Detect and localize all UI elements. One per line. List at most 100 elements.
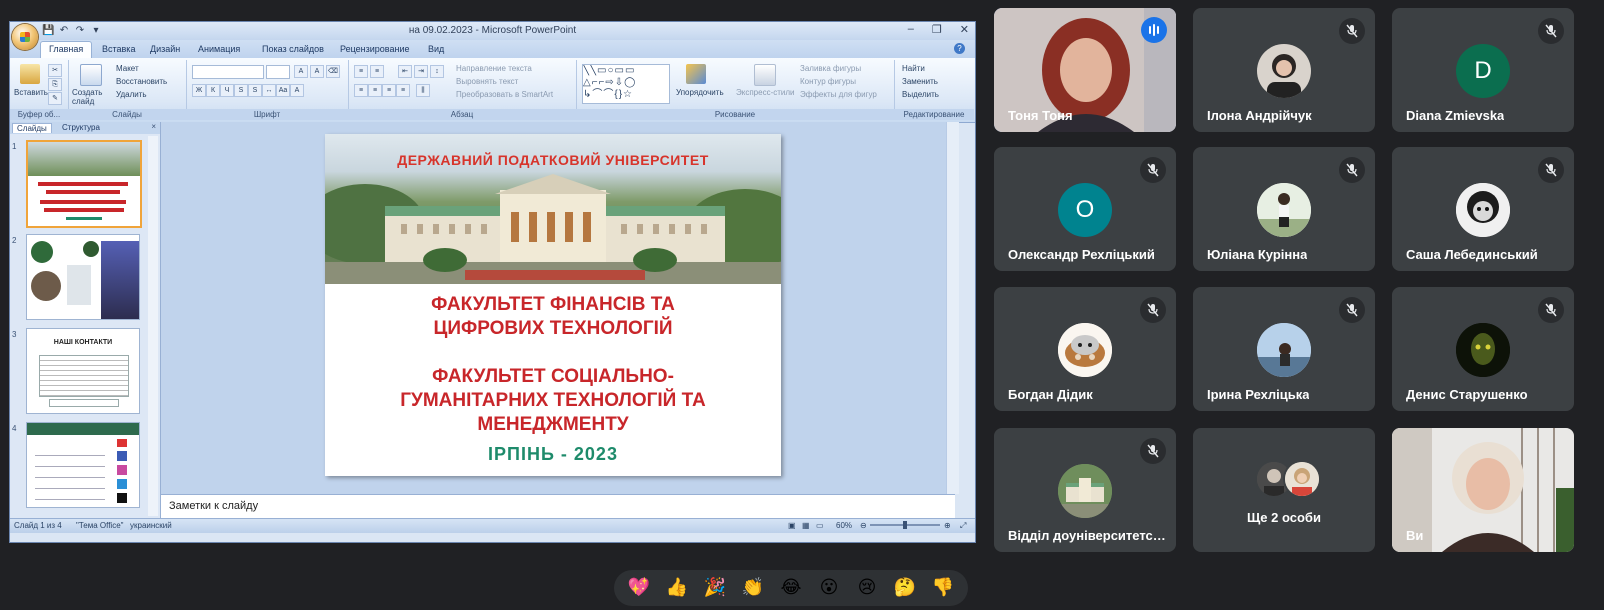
- layout-button[interactable]: Макет: [116, 64, 139, 73]
- help-icon[interactable]: ?: [954, 43, 965, 54]
- numbering-icon[interactable]: ≡: [370, 65, 384, 78]
- participant-tile-tonya[interactable]: Тоня Тоня: [994, 8, 1176, 132]
- increase-indent-icon[interactable]: ⇥: [414, 65, 428, 78]
- shapes-gallery[interactable]: ╲╲▭○▭▭ △⌐⌐⇨⇩◯ ↳⌒⌒{}☆: [582, 64, 670, 104]
- minimize-button[interactable]: –: [908, 23, 914, 36]
- arrange-button[interactable]: Упорядочить: [676, 88, 724, 97]
- paste-button[interactable]: Вставить: [14, 88, 48, 97]
- participant-tile-bohdan[interactable]: Богдан Дідик: [994, 287, 1176, 411]
- reset-button[interactable]: Восстановить: [116, 77, 167, 86]
- tab-design[interactable]: Дизайн: [150, 44, 180, 54]
- decrease-indent-icon[interactable]: ⇤: [398, 65, 412, 78]
- shrink-font-icon[interactable]: A: [310, 65, 324, 78]
- tab-outline[interactable]: Структура: [58, 123, 104, 132]
- paste-icon[interactable]: [20, 64, 40, 84]
- clear-format-icon[interactable]: ⌫: [326, 65, 340, 78]
- participant-tile-ilona[interactable]: Ілона Андрійчук: [1193, 8, 1375, 132]
- participant-tile-department[interactable]: Відділ доуніверситетської підготовки: [994, 428, 1176, 552]
- participant-tile-more[interactable]: Ще 2 особи: [1193, 428, 1375, 552]
- slide-thumbnail-4[interactable]: [26, 422, 140, 508]
- slide-thumbnail-3[interactable]: НАШІ КОНТАКТИ: [26, 328, 140, 414]
- spacing-icon[interactable]: ↔: [262, 84, 276, 97]
- arrange-icon[interactable]: [686, 64, 706, 84]
- fit-window-icon[interactable]: ⤢: [960, 521, 966, 531]
- bullets-icon[interactable]: ≡: [354, 65, 368, 78]
- reaction-clap-icon[interactable]: 👏: [737, 570, 769, 606]
- align-right-icon[interactable]: ≡: [382, 84, 396, 97]
- smartart-button[interactable]: Преобразовать в SmartArt: [456, 90, 553, 99]
- reaction-party-icon[interactable]: 🎉: [699, 570, 731, 606]
- participant-name: Відділ доуніверситетської підготовки: [1008, 528, 1168, 543]
- participant-tile-diana[interactable]: D Diana Zmievska: [1392, 8, 1574, 132]
- shadow-icon[interactable]: S: [248, 84, 262, 97]
- participant-tile-yuliana[interactable]: Юліана Курінна: [1193, 147, 1375, 271]
- strike-icon[interactable]: S: [234, 84, 248, 97]
- font-size-combo[interactable]: [266, 65, 290, 79]
- tab-slides[interactable]: Слайды: [12, 123, 52, 133]
- reaction-thumbs-up-icon[interactable]: 👍: [661, 570, 693, 606]
- tab-view[interactable]: Вид: [428, 44, 444, 54]
- justify-icon[interactable]: ≡: [396, 84, 410, 97]
- notes-pane[interactable]: Заметки к слайду: [161, 494, 955, 519]
- zoom-in-icon[interactable]: ⊕: [944, 521, 951, 530]
- pane-scrollbar[interactable]: [148, 136, 158, 516]
- slideshow-view-icon[interactable]: ▭: [816, 521, 824, 530]
- sorter-view-icon[interactable]: ▦: [802, 521, 810, 530]
- bold-icon[interactable]: Ж: [192, 84, 206, 97]
- find-button[interactable]: Найти: [902, 64, 925, 73]
- grow-font-icon[interactable]: A: [294, 65, 308, 78]
- reaction-heart-icon[interactable]: 💖: [623, 570, 655, 606]
- reaction-sad-icon[interactable]: 😢: [851, 570, 883, 606]
- reaction-thumbs-down-icon[interactable]: 👎: [927, 570, 959, 606]
- align-center-icon[interactable]: ≡: [368, 84, 382, 97]
- line-spacing-icon[interactable]: ↕: [430, 65, 444, 78]
- columns-icon[interactable]: ⫼: [416, 84, 430, 97]
- shape-outline-button[interactable]: Контур фигуры: [800, 77, 856, 86]
- italic-icon[interactable]: К: [206, 84, 220, 97]
- close-button[interactable]: ✕: [960, 23, 969, 36]
- zoom-out-icon[interactable]: ⊖: [860, 521, 867, 530]
- tab-insert[interactable]: Вставка: [102, 44, 135, 54]
- avatar: О: [1058, 183, 1112, 237]
- tab-slideshow[interactable]: Показ слайдов: [262, 44, 324, 54]
- normal-view-icon[interactable]: ▣: [788, 521, 796, 530]
- replace-button[interactable]: Заменить: [902, 77, 938, 86]
- delete-slide-button[interactable]: Удалить: [116, 90, 147, 99]
- participant-tile-oleksandr[interactable]: О Олександр Рехліцький: [994, 147, 1176, 271]
- reaction-surprised-icon[interactable]: 😮: [813, 570, 845, 606]
- slide-scrollbar[interactable]: [946, 122, 959, 494]
- office-button-icon[interactable]: [12, 24, 38, 50]
- cut-icon[interactable]: ✂: [48, 64, 62, 77]
- font-color-icon[interactable]: A: [290, 84, 304, 97]
- select-button[interactable]: Выделить: [902, 90, 939, 99]
- slide-thumbnail-2[interactable]: [26, 234, 140, 320]
- zoom-slider-thumb[interactable]: [903, 521, 907, 529]
- tab-animation[interactable]: Анимация: [198, 44, 240, 54]
- underline-icon[interactable]: Ч: [220, 84, 234, 97]
- format-painter-icon[interactable]: ✎: [48, 92, 62, 105]
- reaction-laugh-icon[interactable]: 😂: [775, 570, 807, 606]
- maximize-button[interactable]: ❐: [932, 23, 942, 36]
- font-name-combo[interactable]: [192, 65, 264, 79]
- zoom-level[interactable]: 60%: [836, 521, 852, 530]
- participant-tile-denys[interactable]: Денис Старушенко: [1392, 287, 1574, 411]
- slide-thumbnail-1[interactable]: [26, 140, 142, 228]
- shape-effects-button[interactable]: Эффекты для фигур: [800, 90, 877, 99]
- case-icon[interactable]: Aa: [276, 84, 290, 97]
- quick-styles-button[interactable]: Экспресс-стили: [736, 88, 795, 97]
- close-pane-icon[interactable]: ×: [151, 122, 156, 131]
- copy-icon[interactable]: ⎘: [48, 78, 62, 91]
- tab-review[interactable]: Рецензирование: [340, 44, 410, 54]
- participant-tile-iryna[interactable]: Ірина Рехліцька: [1193, 287, 1375, 411]
- reaction-thinking-icon[interactable]: 🤔: [889, 570, 921, 606]
- shape-fill-button[interactable]: Заливка фигуры: [800, 64, 861, 73]
- participant-tile-self[interactable]: Ви: [1392, 428, 1574, 552]
- quick-styles-icon[interactable]: [754, 64, 776, 86]
- current-slide[interactable]: ДЕРЖАВНИЙ ПОДАТКОВИЙ УНІВЕРСИТЕТ ФАКУЛЬТ…: [325, 134, 781, 476]
- align-text-button[interactable]: Выровнять текст: [456, 77, 518, 86]
- align-left-icon[interactable]: ≡: [354, 84, 368, 97]
- participant-tile-sasha[interactable]: Саша Лебединський: [1392, 147, 1574, 271]
- new-slide-icon[interactable]: [80, 64, 102, 86]
- text-direction-button[interactable]: Направление текста: [456, 64, 532, 73]
- new-slide-button[interactable]: Создать слайд: [72, 88, 108, 106]
